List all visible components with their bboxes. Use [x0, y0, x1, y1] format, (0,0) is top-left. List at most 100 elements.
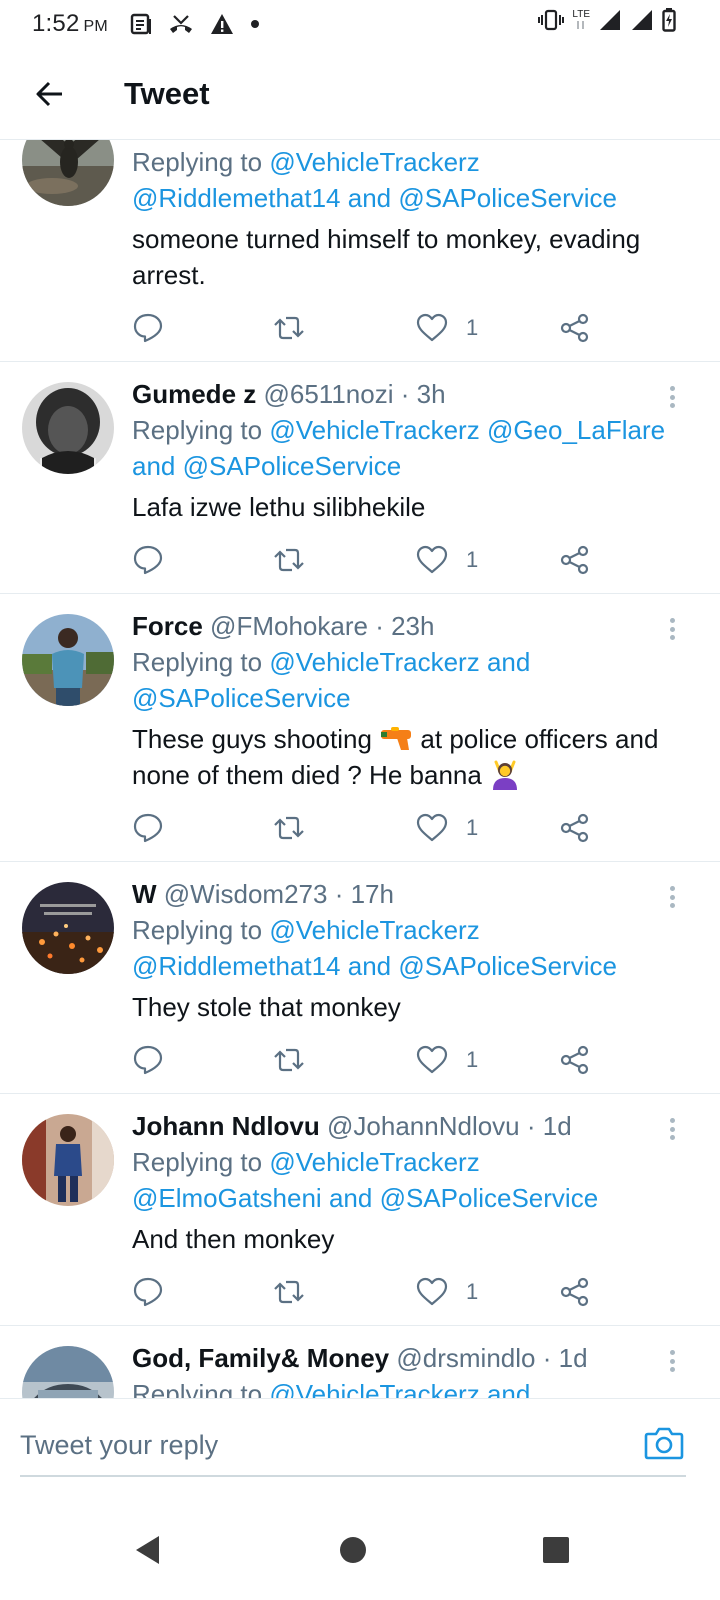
signal-icon — [598, 8, 622, 32]
reply-button[interactable] — [132, 808, 164, 848]
mention-link[interactable]: @SAPoliceService — [398, 951, 617, 981]
tweet-actions: 1 — [132, 1272, 602, 1312]
like-button[interactable]: 1 — [416, 540, 478, 580]
reply-button[interactable] — [132, 1040, 164, 1080]
nav-home-button[interactable] — [329, 1526, 377, 1574]
tweet-text: Lafa izwe lethu silibhekile — [132, 492, 426, 522]
author-handle[interactable]: @Wisdom273 — [164, 879, 328, 909]
battery-icon — [662, 8, 676, 32]
share-button[interactable] — [560, 808, 590, 848]
replying-to: Replying to @VehicleTrackerz and @SAPoli… — [132, 644, 692, 716]
nav-recents-button[interactable] — [532, 1526, 580, 1574]
separator-dot: · — [526, 1111, 536, 1141]
tweet-item[interactable]: W @Wisdom273 · 17h Replying to @VehicleT… — [0, 862, 720, 1094]
signal-icon-2 — [630, 8, 654, 32]
mention-link[interactable]: @SAPoliceService — [398, 183, 617, 213]
mention-link[interactable]: @SAPoliceService — [380, 1183, 599, 1213]
missed-call-icon — [168, 13, 194, 35]
author-name[interactable]: Force — [132, 611, 203, 641]
avatar-bird[interactable] — [22, 140, 114, 206]
mention-link[interactable]: @Geo_LaFlare — [487, 415, 665, 445]
reply-button[interactable] — [132, 1272, 164, 1312]
avatar-force[interactable] — [22, 614, 114, 706]
tweet-header: W @Wisdom273 · 17h — [132, 876, 692, 912]
mention-link[interactable]: @VehicleTrackerz — [269, 147, 479, 177]
vibrate-icon — [538, 9, 565, 31]
like-button[interactable]: 1 — [416, 1040, 478, 1080]
mention-and[interactable]: and — [329, 1183, 372, 1213]
author-name[interactable]: God, Family& Money — [132, 1343, 389, 1373]
mention-and[interactable]: and — [348, 951, 391, 981]
mention-and[interactable]: and — [487, 647, 530, 677]
share-icon — [560, 313, 589, 343]
share-button[interactable] — [560, 1272, 590, 1312]
heart-icon — [416, 1045, 448, 1074]
mention-link[interactable]: @VehicleTrackerz — [269, 1147, 479, 1177]
separator-dot: · — [542, 1343, 552, 1373]
back-arrow-icon — [36, 81, 62, 106]
page-title: Tweet — [124, 75, 210, 111]
tweet-item[interactable]: Replying to @VehicleTrackerz @Riddlemeth… — [0, 140, 720, 362]
share-button[interactable] — [560, 1040, 590, 1080]
author-name[interactable]: Johann Ndlovu — [132, 1111, 320, 1141]
tweet-item[interactable]: Johann Ndlovu @JohannNdlovu · 1d Replyin… — [0, 1094, 720, 1326]
mention-link[interactable]: @SAPoliceService — [183, 451, 402, 481]
reply-button[interactable] — [132, 540, 164, 580]
avatar-wisdom[interactable] — [22, 882, 114, 974]
author-handle[interactable]: @6511nozi — [263, 379, 393, 409]
share-button[interactable] — [560, 308, 590, 348]
mention-link[interactable]: @ElmoGatsheni — [132, 1183, 322, 1213]
share-button[interactable] — [560, 540, 590, 580]
mention-link[interactable]: @SAPoliceService — [132, 683, 351, 713]
author-handle[interactable]: @JohannNdlovu — [327, 1111, 520, 1141]
retweet-button[interactable] — [272, 1040, 306, 1080]
nav-back-button[interactable] — [124, 1526, 172, 1574]
mention-link[interactable]: @VehicleTrackerz — [269, 1379, 479, 1398]
avatar-johann[interactable] — [22, 1114, 114, 1206]
tweet-header: Force @FMohokare · 23h — [132, 608, 692, 644]
mention-link[interactable]: @VehicleTrackerz — [269, 915, 479, 945]
reply-feed[interactable]: Replying to @VehicleTrackerz @Riddlemeth… — [0, 140, 720, 1398]
like-button[interactable]: 1 — [416, 808, 478, 848]
tweet-time: 1d — [542, 1111, 572, 1141]
retweet-button[interactable] — [272, 1272, 306, 1312]
author-handle[interactable]: @FMohokare — [210, 611, 368, 641]
mention-link[interactable]: @VehicleTrackerz — [269, 647, 479, 677]
author-name[interactable]: Gumede z — [132, 379, 256, 409]
author-name[interactable]: W — [132, 879, 157, 909]
retweet-icon — [274, 1048, 304, 1072]
like-button[interactable]: 1 — [416, 1272, 478, 1312]
avatar-drsmindlo[interactable] — [22, 1346, 114, 1398]
retweet-button[interactable] — [272, 540, 306, 580]
back-button[interactable] — [20, 64, 80, 124]
like-count: 1 — [466, 815, 479, 840]
replying-to-label: Replying to — [132, 647, 263, 677]
retweet-icon — [274, 548, 304, 572]
tweet-text: And then monkey — [132, 1224, 335, 1254]
tweet-header: God, Family& Money @drsmindlo · 1d — [132, 1340, 692, 1376]
tweet-time: 17h — [350, 879, 394, 909]
dot-icon — [250, 19, 260, 29]
mention-link[interactable]: @Riddlemethat14 — [132, 183, 341, 213]
mention-and[interactable]: and — [348, 183, 391, 213]
mention-link[interactable]: @Riddlemethat14 — [132, 951, 341, 981]
mention-and[interactable]: and — [487, 1379, 530, 1398]
camera-button[interactable] — [644, 1425, 684, 1461]
reply-button[interactable] — [132, 308, 164, 348]
system-navigation-bar — [0, 1498, 720, 1600]
retweet-button[interactable] — [272, 308, 306, 348]
tweet-item[interactable]: God, Family& Money @drsmindlo · 1d Reply… — [0, 1326, 720, 1398]
mention-and[interactable]: and — [132, 451, 175, 481]
status-bar: 1:52 PM LTE — [0, 0, 720, 48]
author-handle[interactable]: @drsmindlo — [396, 1343, 535, 1373]
like-button[interactable]: 1 — [416, 308, 478, 348]
tweet-item[interactable]: Gumede z @6511nozi · 3h Replying to @Veh… — [0, 362, 720, 594]
tweet-item[interactable]: Force @FMohokare · 23h Replying to @Vehi… — [0, 594, 720, 862]
separator-dot: · — [400, 379, 410, 409]
retweet-button[interactable] — [272, 808, 306, 848]
share-icon — [560, 1045, 589, 1075]
reply-input[interactable] — [20, 1423, 620, 1467]
avatar-gumede[interactable] — [22, 382, 114, 474]
mention-link[interactable]: @VehicleTrackerz — [269, 415, 479, 445]
reply-composer — [0, 1398, 720, 1498]
